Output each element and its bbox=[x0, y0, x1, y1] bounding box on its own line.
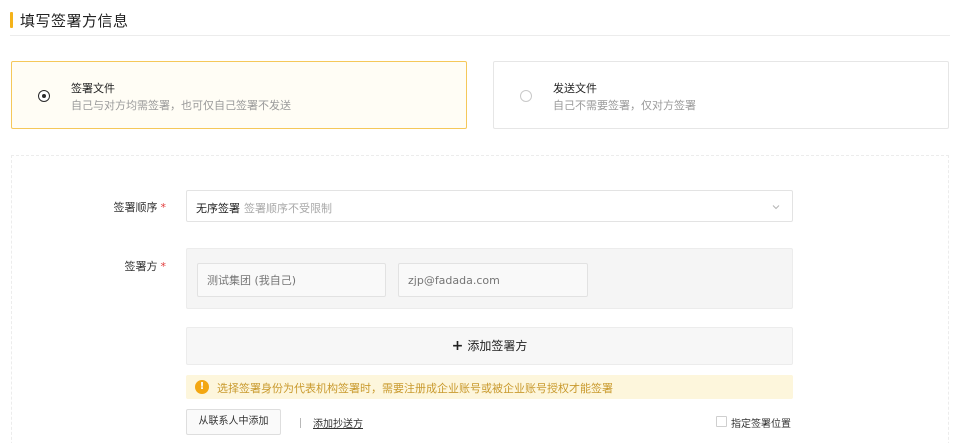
option-desc-sign-file: 自己与对方均需签署，也可仅自己签署不发送 bbox=[71, 99, 291, 112]
radio-sign-file[interactable] bbox=[38, 90, 50, 102]
signing-order-value: 无序签署 签署顺序不受限制 bbox=[196, 200, 332, 216]
section-title: 填写签署方信息 bbox=[20, 12, 129, 30]
required-mark: * bbox=[160, 260, 167, 273]
required-mark: * bbox=[160, 201, 167, 214]
section-header: 填写签署方信息 bbox=[10, 8, 950, 36]
signing-order-select[interactable]: 无序签署 签署顺序不受限制 bbox=[186, 190, 793, 222]
option-desc-send-file: 自己不需要签署，仅对方签署 bbox=[553, 99, 696, 112]
signer-label: 签署方 * bbox=[86, 258, 167, 274]
info-icon: ! bbox=[195, 380, 209, 394]
signing-order-selected: 无序签署 bbox=[196, 202, 240, 215]
option-title-send-file: 发送文件 bbox=[553, 82, 597, 95]
page: 填写签署方信息 签署文件 自己与对方均需签署，也可仅自己签署不发送 发送文件 自… bbox=[0, 0, 963, 443]
signer-area bbox=[186, 248, 793, 309]
divider bbox=[300, 418, 301, 428]
signer-email-input[interactable] bbox=[398, 263, 588, 297]
signature-position-checkbox[interactable] bbox=[716, 416, 727, 427]
option-card-sign-file[interactable]: 签署文件 自己与对方均需签署，也可仅自己签署不发送 bbox=[11, 61, 467, 129]
notice-text: 选择签署身份为代表机构签署时，需要注册成企业账号或被企业账号授权才能签署 bbox=[217, 382, 613, 395]
order-label-text: 签署顺序 bbox=[113, 201, 158, 214]
signing-order-hint: 签署顺序不受限制 bbox=[244, 202, 332, 215]
chevron-down-icon bbox=[772, 205, 780, 210]
add-from-contacts-button[interactable]: 从联系人中添加 bbox=[186, 409, 281, 435]
add-signer-label: 添加签署方 bbox=[467, 339, 528, 353]
plus-icon: + bbox=[451, 338, 464, 354]
radio-send-file[interactable] bbox=[520, 90, 532, 102]
notice-banner: ! 选择签署身份为代表机构签署时，需要注册成企业账号或被企业账号授权才能签署 bbox=[186, 375, 793, 399]
option-card-send-file[interactable]: 发送文件 自己不需要签署，仅对方签署 bbox=[493, 61, 949, 129]
order-label: 签署顺序 * bbox=[86, 199, 167, 215]
signer-name-input[interactable] bbox=[197, 263, 386, 297]
signature-position-label: 指定签署位置 bbox=[731, 419, 791, 430]
option-title-sign-file: 签署文件 bbox=[71, 82, 115, 95]
section-accent-bar bbox=[10, 12, 13, 28]
add-signer-button[interactable]: + 添加签署方 bbox=[186, 327, 793, 365]
add-cc-link[interactable]: 添加抄送方 bbox=[313, 415, 363, 430]
signer-label-text: 签署方 bbox=[124, 260, 158, 273]
